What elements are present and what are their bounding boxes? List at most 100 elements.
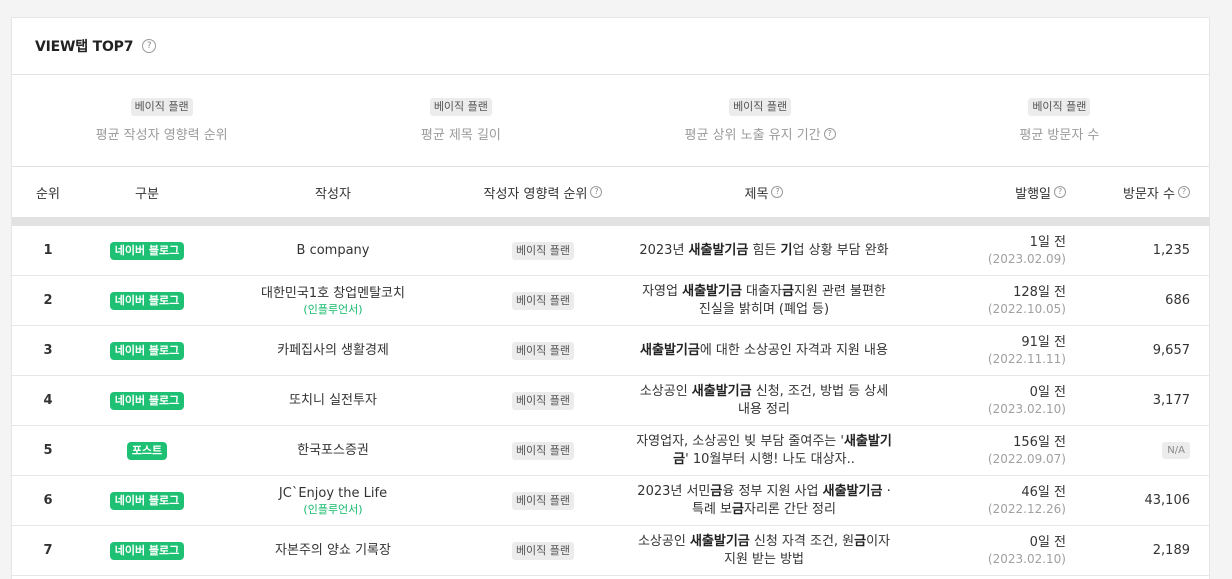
date-absolute: (2022.09.07)	[987, 452, 1066, 466]
title-cell: 자영업자, 소상공인 빚 부담 줄여주는 '새출발기금' 10월부터 시행! 나…	[630, 433, 898, 469]
summary-stats: 베이직 플랜 평균 작성자 영향력 순위 베이직 플랜 평균 제목 길이 베이직 플랜 평…	[12, 75, 1209, 167]
type-badge: 네이버 블로그	[109, 341, 185, 360]
basic-plan-tag[interactable]: 베이직 플랜	[511, 341, 575, 360]
help-icon[interactable]: ?	[1178, 186, 1190, 198]
help-icon[interactable]: ?	[823, 127, 836, 140]
title-segment: 융 정부 지원 사업	[722, 483, 823, 499]
summary-label: 평균 상위 노출 유지 기간?	[685, 124, 836, 143]
rank-cell: 3	[12, 343, 84, 358]
card-title: VIEW탭 TOP7	[35, 39, 134, 55]
author-name[interactable]: 대한민국1호 창업멘탈코치	[210, 285, 456, 302]
column-header-author: 작성자	[315, 186, 351, 202]
help-icon[interactable]: ?	[142, 39, 157, 53]
title-segment: ' 10월부터 시행! 나도 대상자..	[685, 451, 855, 467]
basic-plan-tag[interactable]: 베이직 플랜	[511, 541, 575, 560]
post-title-link[interactable]: 소상공인 새출발기금 신청 자격 조건, 원금이자 지원 받는 방법	[630, 533, 898, 569]
help-icon[interactable]: ?	[1054, 186, 1066, 198]
influencer-label: (인플루언서)	[303, 502, 363, 516]
basic-plan-tag[interactable]: 베이직 플랜	[511, 441, 575, 460]
author-name[interactable]: 또치니 실전투자	[210, 392, 456, 409]
date-absolute: (2022.11.11)	[987, 352, 1066, 366]
summary-label-text: 평균 작성자 영향력 순위	[95, 128, 228, 143]
date-cell: 91일 전 (2022.11.11)	[898, 334, 1082, 367]
view-tab-top7-card: VIEW탭 TOP7 ? 베이직 플랜 평균 작성자 영향력 순위 베이직 플랜 평균…	[11, 17, 1210, 579]
author-name[interactable]: 카페집사의 생활경제	[210, 342, 456, 359]
post-title-link[interactable]: 소상공인 새출발기금 신청, 조건, 방법 등 상세내용 정리	[630, 383, 898, 419]
keyword-highlight: 새출발기금	[640, 342, 700, 358]
title-cell: 2023년 서민금융 정부 지원 사업 새출발기금 · 특례 보금자리론 간단 …	[630, 483, 898, 519]
title-segment: 에 대한 소상공인 자격과 지원 내용	[699, 342, 888, 358]
rank-value: 2	[43, 293, 53, 308]
basic-plan-tag[interactable]: 베이직 플랜	[429, 98, 492, 116]
post-title-link[interactable]: 자영업자, 소상공인 빚 부담 줄여주는 '새출발기금' 10월부터 시행! 나…	[630, 433, 898, 469]
na-badge: N/A	[1162, 442, 1190, 459]
post-title-link[interactable]: 2023년 서민금융 정부 지원 사업 새출발기금 · 특례 보금자리론 간단 …	[630, 483, 898, 519]
influencer-label: (인플루언서)	[303, 302, 363, 316]
post-title-link[interactable]: 자영업 새출발기금 대출자금지원 관련 불편한 진실을 밝히며 (폐업 등)	[630, 283, 898, 319]
column-header-type: 구분	[135, 186, 159, 202]
author-cell: 자본주의 양쇼 기록장	[210, 542, 456, 559]
type-cell: 네이버 블로그	[84, 541, 210, 560]
influence-cell: 베이직 플랜	[456, 441, 630, 460]
title-segment: 업 상황 부담 완화	[792, 242, 889, 258]
date-absolute: (2023.02.10)	[987, 552, 1066, 566]
basic-plan-tag[interactable]: 베이직 플랜	[511, 391, 575, 410]
keyword-highlight: 새출발기금	[688, 242, 749, 258]
post-title-link[interactable]: 새출발기금에 대한 소상공인 자격과 지원 내용	[630, 342, 898, 360]
influence-cell: 베이직 플랜	[456, 341, 630, 360]
help-icon[interactable]: ?	[590, 186, 603, 198]
help-icon[interactable]: ?	[771, 186, 784, 198]
author-name[interactable]: JC`Enjoy the Life	[210, 485, 456, 502]
rank-cell: 2	[12, 293, 84, 308]
title-segment: 2023년	[639, 242, 689, 258]
summary-label: 평균 작성자 영향력 순위	[96, 124, 228, 143]
visitors-value: 686	[1165, 293, 1190, 308]
keyword-highlight: 금	[854, 533, 867, 549]
basic-plan-tag[interactable]: 베이직 플랜	[511, 241, 575, 260]
author-cell: 카페집사의 생활경제	[210, 342, 456, 359]
post-title-link[interactable]: 2023년 새출발기금 힘든 기업 상황 부담 완화	[630, 242, 898, 260]
summary-label: 평균 제목 길이	[421, 124, 501, 143]
visitors-cell: 686	[1082, 293, 1209, 308]
date-absolute: (2022.10.05)	[987, 302, 1066, 316]
summary-item: 베이직 플랜 평균 방문자 수	[910, 75, 1209, 166]
basic-plan-tag[interactable]: 베이직 플랜	[511, 291, 575, 310]
date-absolute: (2022.12.26)	[987, 502, 1066, 516]
author-cell: 또치니 실전투자	[210, 392, 456, 409]
date-relative: 0일 전	[1029, 385, 1066, 400]
basic-plan-tag[interactable]: 베이직 플랜	[729, 98, 792, 116]
title-segment: 자영업	[642, 283, 683, 299]
title-segment: 자영업자, 소상공인 빚 부담 줄여주는 '	[636, 433, 844, 449]
author-cell: JC`Enjoy the Life (인플루언서)	[210, 485, 456, 517]
basic-plan-tag[interactable]: 베이직 플랜	[130, 98, 193, 116]
column-header-rank: 순위	[36, 186, 60, 202]
keyword-highlight: 금	[781, 283, 794, 299]
keyword-highlight: 새출발기금	[682, 283, 742, 299]
date-relative: 156일 전	[1013, 435, 1066, 450]
table-row: 3 네이버 블로그 카페집사의 생활경제 베이직 플랜 새출발기금에 대한 소상공인 자…	[12, 326, 1209, 376]
type-cell: 네이버 블로그	[84, 291, 210, 310]
summary-label-text: 평균 제목 길이	[420, 128, 501, 143]
date-cell: 1일 전 (2023.02.09)	[898, 234, 1082, 267]
rank-value: 4	[43, 393, 53, 408]
visitors-cell: 2,189	[1082, 543, 1209, 558]
type-badge: 네이버 블로그	[109, 391, 185, 410]
visitors-cell: N/A	[1082, 442, 1209, 459]
date-relative: 1일 전	[1029, 235, 1066, 250]
visitors-cell: 3,177	[1082, 393, 1209, 408]
author-cell: 대한민국1호 창업멘탈코치 (인플루언서)	[210, 285, 456, 317]
basic-plan-tag[interactable]: 베이직 플랜	[511, 491, 575, 510]
author-name[interactable]: 자본주의 양쇼 기록장	[210, 542, 456, 559]
date-absolute: (2023.02.09)	[987, 252, 1066, 266]
visitors-value: 2,189	[1152, 543, 1190, 558]
visitors-cell: 9,657	[1082, 343, 1209, 358]
author-name[interactable]: 한국포스증권	[210, 442, 456, 459]
author-cell: B company	[210, 242, 456, 259]
date-absolute: (2023.02.10)	[987, 402, 1066, 416]
basic-plan-tag[interactable]: 베이직 플랜	[1028, 98, 1091, 116]
title-segment: 소상공인	[639, 383, 692, 399]
table-row: 5 포스트 한국포스증권 베이직 플랜 자영업자, 소상공인 빚 부담 줄여주는 '새출…	[12, 426, 1209, 476]
author-name[interactable]: B company	[210, 242, 456, 259]
influence-cell: 베이직 플랜	[456, 241, 630, 260]
summary-item: 베이직 플랜평균 작성자 영향력 순위	[12, 75, 311, 166]
